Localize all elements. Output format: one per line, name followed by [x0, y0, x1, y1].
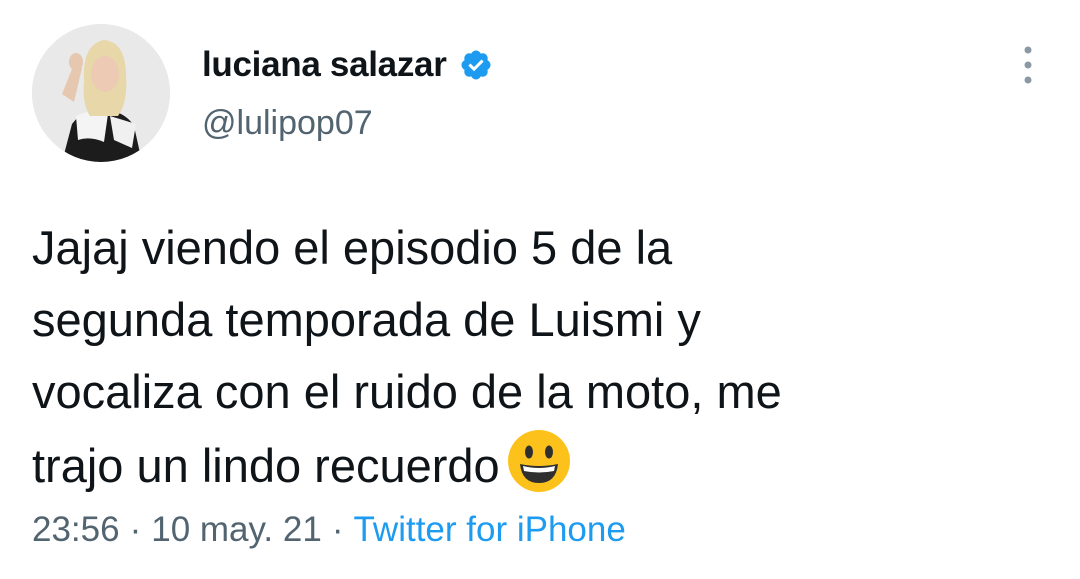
tweet-line: segunda temporada de Luismi y	[32, 293, 701, 346]
tweet-time[interactable]: 23:56	[32, 510, 120, 549]
more-options-icon[interactable]	[1012, 44, 1044, 86]
verified-badge-icon	[459, 48, 493, 82]
avatar-photo	[32, 24, 170, 162]
meta-separator: ·	[331, 510, 344, 549]
tweet-meta: 23:56 · 10 may. 21 · Twitter for iPhone	[32, 510, 626, 550]
display-name[interactable]: luciana salazar	[202, 45, 447, 85]
tweet-source-link[interactable]: Twitter for iPhone	[353, 510, 625, 549]
tweet-date[interactable]: 10 may. 21	[151, 510, 322, 549]
tweet-card: luciana salazar @lulipop07 Jajaj viendo …	[0, 0, 1080, 579]
tweet-line: vocaliza con el ruido de la moto, me	[32, 365, 782, 418]
tweet-line: trajo un lindo recuerdo	[32, 439, 500, 492]
tweet-text: Jajaj viendo el episodio 5 de la segunda…	[32, 212, 1042, 502]
user-name-row: luciana salazar	[202, 40, 493, 90]
avatar[interactable]	[32, 24, 170, 162]
grinning-face-icon	[506, 428, 572, 494]
meta-separator: ·	[129, 510, 142, 549]
user-handle[interactable]: @lulipop07	[202, 104, 373, 143]
tweet-line: Jajaj viendo el episodio 5 de la	[32, 221, 673, 274]
